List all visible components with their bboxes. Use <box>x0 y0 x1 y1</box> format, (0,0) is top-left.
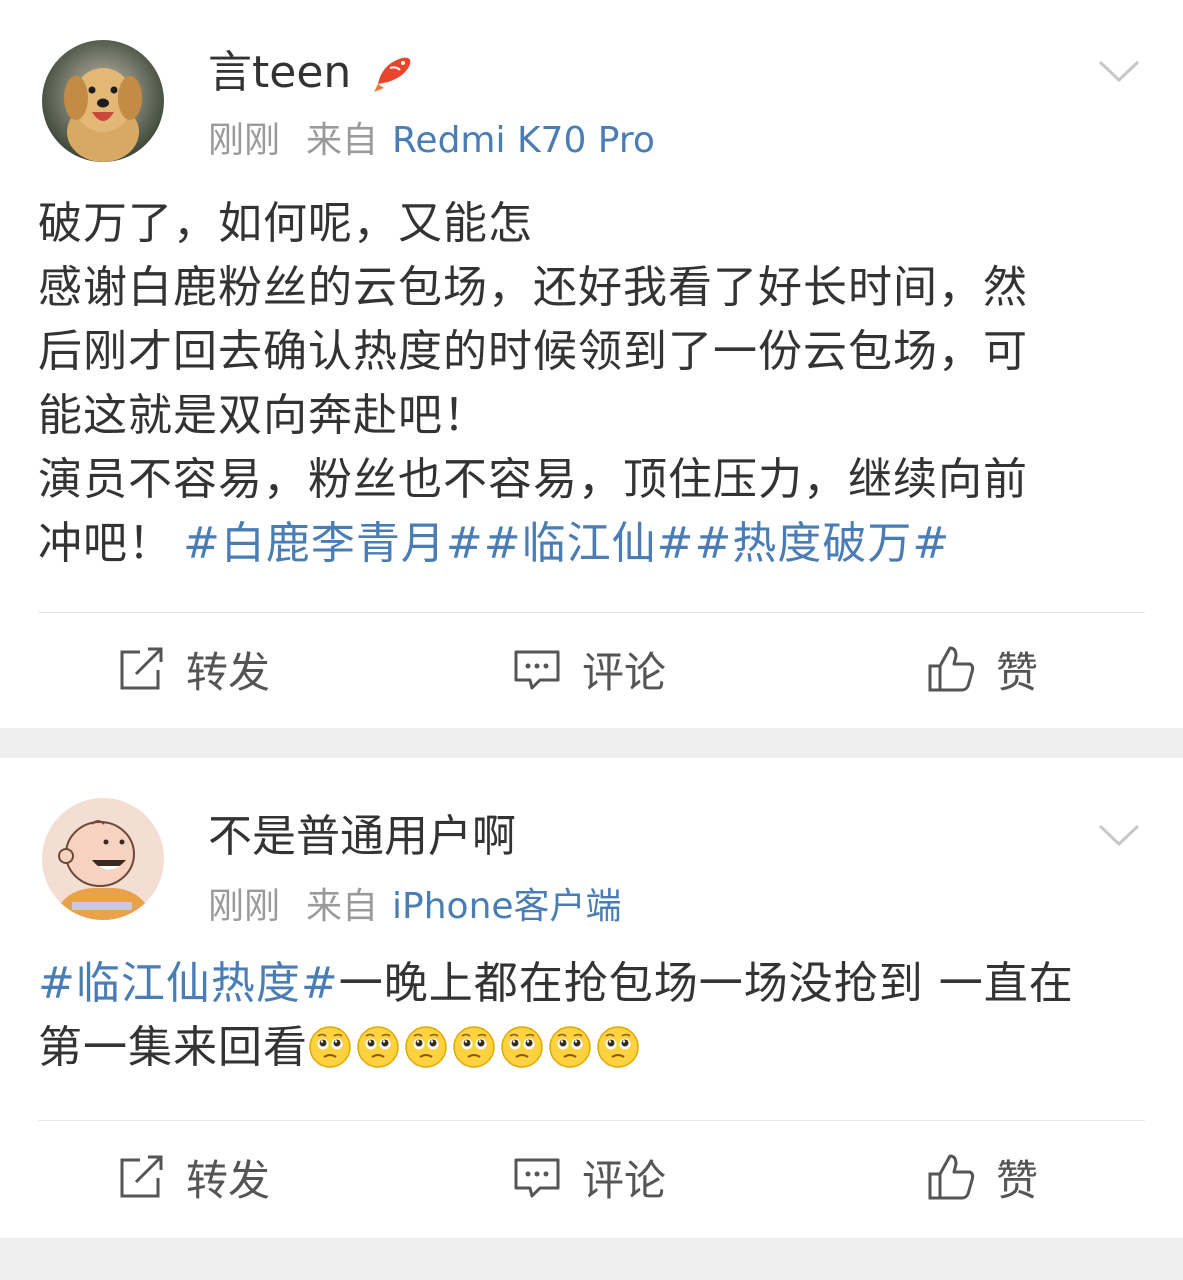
hashtag-link[interactable]: #临江仙热度# <box>38 958 339 1009</box>
comment-button[interactable]: 评论 <box>512 614 666 724</box>
content-text: 一晚上都在抢包场一场没抢到 一直在 <box>338 958 1074 1009</box>
action-bar: 转发 评论 赞 <box>0 614 1183 724</box>
comment-icon <box>514 650 560 690</box>
like-button[interactable]: 赞 <box>926 614 1038 724</box>
post-meta: 刚刚 来自 Redmi K70 Pro <box>208 118 655 164</box>
emoji-row <box>308 1013 644 1077</box>
content-text: 冲吧！ <box>38 518 173 569</box>
content-line: 破万了，如何呢，又能怎 <box>38 198 533 249</box>
post-content: 破万了，如何呢，又能怎 感谢白鹿粉丝的云包场，还好我看了好长时间，然 后刚才回去… <box>38 192 1148 576</box>
content-line: 冲吧！ #白鹿李青月##临江仙##热度破万# <box>38 512 1148 576</box>
action-bar: 转发 评论 赞 <box>0 1122 1183 1232</box>
koi-fish-icon <box>374 57 411 92</box>
username[interactable]: 不是普通用户啊 <box>208 810 516 864</box>
repost-label: 转发 <box>186 647 271 697</box>
post-card: 言teen 刚刚 来自 Redmi K70 Pro 破万了，如何呢，又能怎 感谢白鹿… <box>0 0 1183 728</box>
pleading-face-icon <box>309 1026 351 1068</box>
content-line: 后刚才回去确认热度的时候领到了一份云包场，可 <box>38 326 1028 377</box>
thumbs-up-icon <box>928 1154 975 1200</box>
username[interactable]: 言teen <box>208 46 351 100</box>
like-label: 赞 <box>996 647 1039 697</box>
chevron-down-icon[interactable] <box>1097 56 1141 86</box>
post-content: #临江仙热度#一晚上都在抢包场一场没抢到 一直在 第一集来回看 <box>38 952 1148 1080</box>
pleading-face-icon <box>357 1026 399 1068</box>
content-line: #临江仙热度#一晚上都在抢包场一场没抢到 一直在 <box>38 952 1148 1016</box>
pleading-face-icon <box>549 1026 591 1068</box>
comment-button[interactable]: 评论 <box>512 1122 666 1232</box>
repost-button[interactable]: 转发 <box>116 614 270 724</box>
content-line: 能这就是双向奔赴吧！ <box>38 390 488 441</box>
repost-icon <box>120 1155 163 1198</box>
comment-label: 评论 <box>582 1155 667 1205</box>
pleading-face-icon <box>597 1026 639 1068</box>
thumbs-up-icon <box>928 646 975 692</box>
source-link[interactable]: iPhone客户端 <box>392 886 622 927</box>
pleading-face-icon <box>453 1026 495 1068</box>
pleading-face-icon <box>501 1026 543 1068</box>
source-prefix: 来自 <box>306 886 379 927</box>
divider <box>38 1120 1145 1121</box>
source-link[interactable]: Redmi K70 Pro <box>392 120 655 161</box>
like-button[interactable]: 赞 <box>926 1122 1038 1232</box>
post-time: 刚刚 <box>208 120 281 161</box>
repost-button[interactable]: 转发 <box>116 1122 270 1232</box>
content-line: 感谢白鹿粉丝的云包场，还好我看了好长时间，然 <box>38 262 1028 313</box>
content-text: 第一集来回看 <box>38 1022 308 1073</box>
user-avatar[interactable] <box>42 40 164 162</box>
source-prefix: 来自 <box>306 120 379 161</box>
repost-label: 转发 <box>186 1155 271 1205</box>
post-time: 刚刚 <box>208 886 281 927</box>
like-label: 赞 <box>996 1155 1039 1205</box>
hashtag-link[interactable]: #白鹿李青月##临江仙##热度破万# <box>183 518 950 569</box>
content-line: 第一集来回看 <box>38 1016 1148 1080</box>
post-card: 不是普通用户啊 刚刚 来自 iPhone客户端 #临江仙热度#一晚上都在抢包场一场没… <box>0 758 1183 1238</box>
comment-label: 评论 <box>582 647 667 697</box>
comment-icon <box>514 1158 560 1198</box>
pleading-face-icon <box>405 1026 447 1068</box>
user-avatar[interactable] <box>42 798 164 920</box>
repost-icon <box>120 647 163 690</box>
post-meta: 刚刚 来自 iPhone客户端 <box>208 884 622 930</box>
content-line: 演员不容易，粉丝也不容易，顶住压力，继续向前 <box>38 454 1028 505</box>
divider <box>38 612 1145 613</box>
chevron-down-icon[interactable] <box>1097 820 1141 850</box>
